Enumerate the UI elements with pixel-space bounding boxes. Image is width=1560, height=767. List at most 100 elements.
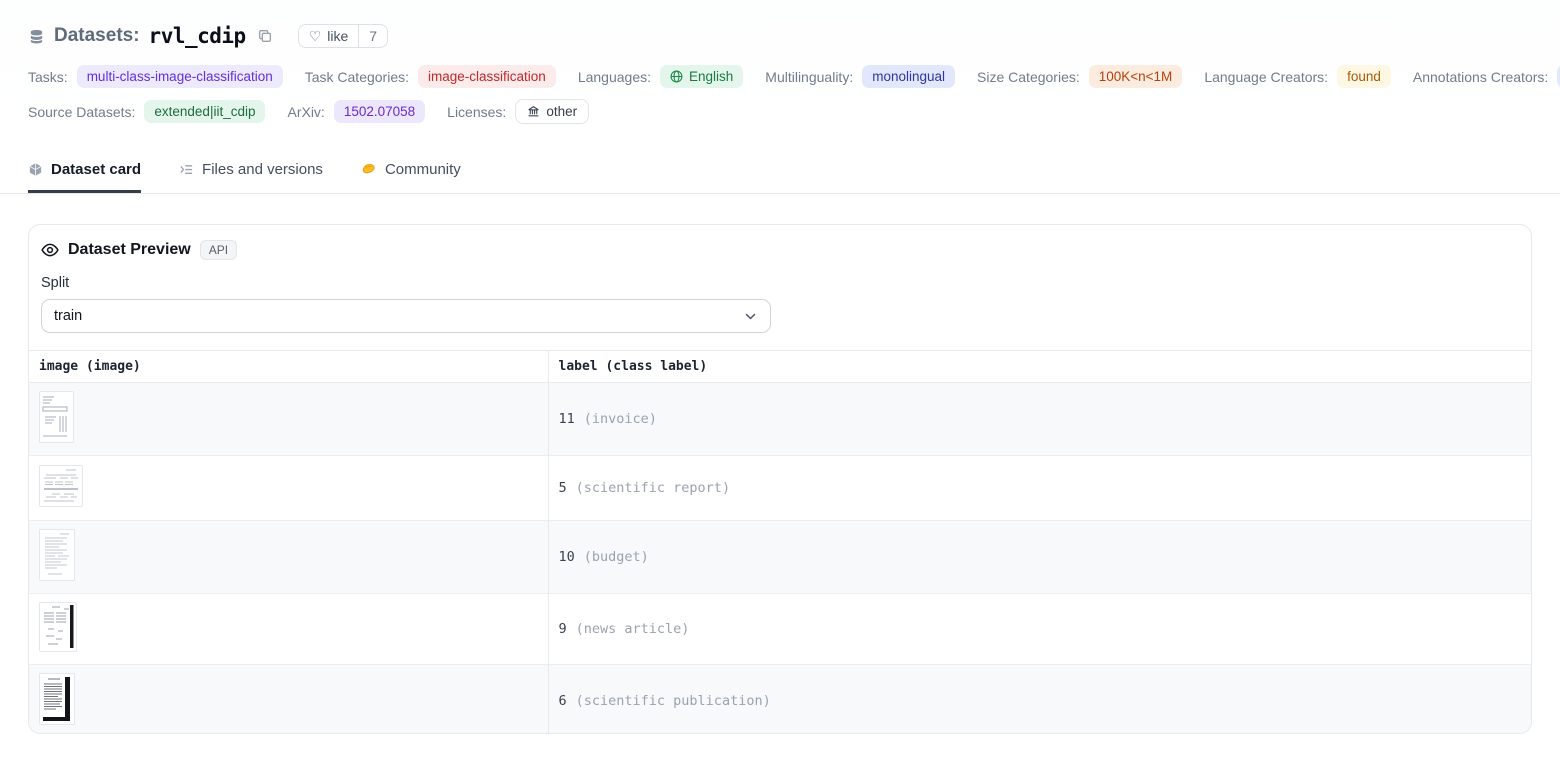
community-icon <box>361 162 377 178</box>
tag-group-label: ArXiv: <box>287 104 324 120</box>
tab-bar: Dataset card Files and versions Communit… <box>0 151 1560 194</box>
label-cell: 9 (news article) <box>548 594 1531 665</box>
label-cell: 10 (budget) <box>548 521 1531 594</box>
column-header-label: label (class label) <box>548 351 1531 383</box>
table-header-row: image (image) label (class label) <box>29 351 1531 383</box>
cube-icon <box>28 162 43 177</box>
tag-group-label: Task Categories: <box>305 69 409 85</box>
like-button-group: ♡ like 7 <box>298 24 388 48</box>
like-count[interactable]: 7 <box>358 25 387 47</box>
tag-group-annotations-creators: Annotations Creators: found <box>1413 65 1560 88</box>
preview-table: image (image) label (class label) 11 (inv… <box>29 350 1531 734</box>
tag-group-size-categories: Size Categories: 100K<n<1M <box>977 65 1182 88</box>
label-name: (budget) <box>584 549 649 565</box>
dataset-preview-card: Dataset Preview API Split train image (i… <box>28 224 1532 734</box>
tag-group-source-datasets: Source Datasets: extended|iit_cdip <box>28 100 265 123</box>
like-label: like <box>327 28 348 44</box>
breadcrumb[interactable]: Datasets: <box>54 25 140 47</box>
tag-language-creators[interactable]: found <box>1337 65 1391 88</box>
tag-group-task-categories: Task Categories: image-classification <box>305 65 556 88</box>
tag-group-arxiv: ArXiv: 1502.07058 <box>287 100 425 123</box>
chevron-down-icon <box>743 309 758 324</box>
table-row: 9 (news article) <box>29 594 1531 665</box>
table-row: 5 (scientific report) <box>29 456 1531 521</box>
eye-icon <box>41 241 59 259</box>
tags-row-2: Source Datasets: extended|iit_cdip ArXiv… <box>28 99 1532 124</box>
tag-group-licenses: Licenses: other <box>447 99 589 124</box>
image-cell <box>29 521 548 594</box>
label-cell: 6 (scientific publication) <box>548 665 1531 735</box>
dataset-name: rvl_cdip <box>149 24 246 48</box>
main-content: Dataset Preview API Split train image (i… <box>0 194 1560 734</box>
tag-group-label: Multilinguality: <box>765 69 853 85</box>
document-thumbnail <box>39 529 75 581</box>
tag-licenses-label: other <box>546 103 577 120</box>
label-cell: 5 (scientific report) <box>548 456 1531 521</box>
preview-title: Dataset Preview <box>68 241 191 259</box>
tag-arxiv[interactable]: 1502.07058 <box>334 100 425 123</box>
tag-group-label: Source Datasets: <box>28 104 135 120</box>
tag-languages[interactable]: English <box>660 65 743 88</box>
tag-group-label: Languages: <box>578 69 651 85</box>
versions-list-icon <box>179 162 194 177</box>
image-cell <box>29 383 548 456</box>
tab-dataset-card[interactable]: Dataset card <box>28 151 141 193</box>
document-thumbnail <box>39 391 74 443</box>
tag-group-languages: Languages: English <box>578 65 743 88</box>
database-icon <box>28 28 45 45</box>
heart-icon: ♡ <box>309 29 322 43</box>
label-name: (scientific publication) <box>576 693 771 709</box>
table-row: 6 (scientific publication) <box>29 665 1531 735</box>
tab-community[interactable]: Community <box>361 151 461 193</box>
title-row: Datasets: rvl_cdip ♡ like 7 <box>28 24 1532 48</box>
table-row: 11 (invoice) <box>29 383 1531 456</box>
label-name: (scientific report) <box>576 480 730 496</box>
api-badge[interactable]: API <box>200 240 237 260</box>
tags-row-1: Tasks: multi-class-image-classification … <box>28 65 1532 88</box>
image-cell <box>29 665 548 735</box>
tab-label: Files and versions <box>202 161 323 178</box>
tag-languages-label: English <box>689 68 733 85</box>
image-cell <box>29 594 548 665</box>
label-name: (news article) <box>576 621 690 637</box>
bank-icon <box>527 105 540 118</box>
label-name: (invoice) <box>584 411 657 427</box>
tag-tasks[interactable]: multi-class-image-classification <box>77 65 283 88</box>
split-select-value: train <box>54 308 82 324</box>
tag-source-datasets[interactable]: extended|iit_cdip <box>144 100 265 123</box>
column-header-image: image (image) <box>29 351 548 383</box>
tag-group-tasks: Tasks: multi-class-image-classification <box>28 65 283 88</box>
label-number: 5 <box>559 480 567 496</box>
label-number: 6 <box>559 693 567 709</box>
label-number: 9 <box>559 621 567 637</box>
tag-size-categories[interactable]: 100K<n<1M <box>1089 65 1183 88</box>
copy-icon[interactable] <box>257 28 273 44</box>
tag-multilinguality[interactable]: monolingual <box>862 65 955 88</box>
split-select[interactable]: train <box>41 299 771 333</box>
label-cell: 11 (invoice) <box>548 383 1531 456</box>
tab-files-and-versions[interactable]: Files and versions <box>179 151 323 193</box>
tag-group-label: Language Creators: <box>1204 69 1328 85</box>
preview-header: Dataset Preview API <box>29 225 1531 260</box>
document-thumbnail <box>39 673 75 725</box>
tag-group-label: Licenses: <box>447 104 506 120</box>
label-number: 10 <box>559 549 575 565</box>
label-number: 11 <box>559 411 575 427</box>
tag-group-label: Annotations Creators: <box>1413 69 1548 85</box>
tag-group-multilinguality: Multilinguality: monolingual <box>765 65 955 88</box>
tag-group-language-creators: Language Creators: found <box>1204 65 1391 88</box>
document-thumbnail <box>39 602 77 652</box>
table-row: 10 (budget) <box>29 521 1531 594</box>
tab-label: Community <box>385 161 461 178</box>
globe-icon <box>670 70 683 83</box>
tag-group-label: Size Categories: <box>977 69 1080 85</box>
split-label: Split <box>41 275 1519 291</box>
tag-licenses[interactable]: other <box>515 99 589 124</box>
like-button[interactable]: ♡ like <box>299 25 359 47</box>
tag-group-label: Tasks: <box>28 69 68 85</box>
tab-label: Dataset card <box>51 161 141 178</box>
tag-task-categories[interactable]: image-classification <box>418 65 556 88</box>
document-thumbnail <box>39 465 83 507</box>
dataset-header: Datasets: rvl_cdip ♡ like 7 Tasks: multi… <box>0 0 1560 124</box>
image-cell <box>29 456 548 521</box>
